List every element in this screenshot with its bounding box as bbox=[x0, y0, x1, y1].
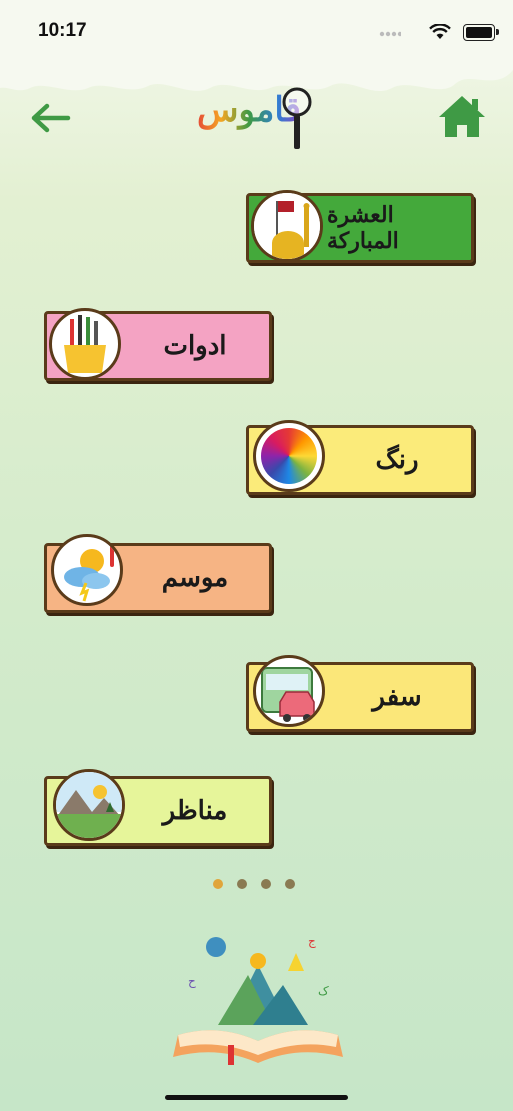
page-dot[interactable] bbox=[213, 879, 223, 889]
page-dot[interactable] bbox=[261, 879, 271, 889]
category-card-safar[interactable]: سفر bbox=[246, 655, 474, 732]
svg-text:ج: ج bbox=[308, 934, 316, 948]
category-card-rang[interactable]: رنگ bbox=[246, 420, 474, 495]
category-label: مناظر bbox=[162, 796, 228, 826]
category-card-adawat[interactable]: ادوات bbox=[44, 308, 272, 381]
category-label: سفر bbox=[372, 682, 422, 712]
status-time: 10:17 bbox=[38, 20, 87, 41]
svg-text:ح: ح bbox=[188, 974, 196, 988]
home-indicator bbox=[165, 1095, 348, 1100]
home-icon[interactable] bbox=[436, 93, 488, 139]
page-dot[interactable] bbox=[237, 879, 247, 889]
category-card-ashra[interactable]: العشرة المبارکة bbox=[246, 190, 474, 263]
page-indicator bbox=[213, 879, 295, 889]
bus-car-icon bbox=[253, 655, 325, 727]
app-logo: قاموس bbox=[193, 78, 323, 154]
color-wheel-icon bbox=[253, 420, 325, 492]
page-dot[interactable] bbox=[285, 879, 295, 889]
weather-icon bbox=[51, 534, 123, 606]
open-book-illustration: ح ک ج bbox=[173, 934, 343, 1065]
battery-icon bbox=[463, 24, 499, 41]
signal-icon bbox=[379, 31, 401, 37]
pencil-cup-icon bbox=[49, 308, 121, 380]
category-card-manazir[interactable]: مناظر bbox=[44, 769, 272, 846]
category-label: رنگ bbox=[375, 445, 419, 475]
category-label: ادوات bbox=[163, 331, 227, 361]
landscape-icon bbox=[53, 769, 125, 841]
back-arrow-icon[interactable] bbox=[30, 98, 72, 138]
shrine-icon bbox=[251, 190, 323, 262]
wifi-icon bbox=[429, 24, 451, 39]
svg-text:ک: ک bbox=[318, 984, 329, 998]
category-label: العشرة المبارکة bbox=[327, 202, 399, 254]
status-bar: 10:17 bbox=[0, 0, 513, 54]
category-card-mausam[interactable]: موسم bbox=[44, 534, 272, 613]
magnifier-icon bbox=[282, 87, 312, 149]
category-label: موسم bbox=[161, 563, 229, 593]
